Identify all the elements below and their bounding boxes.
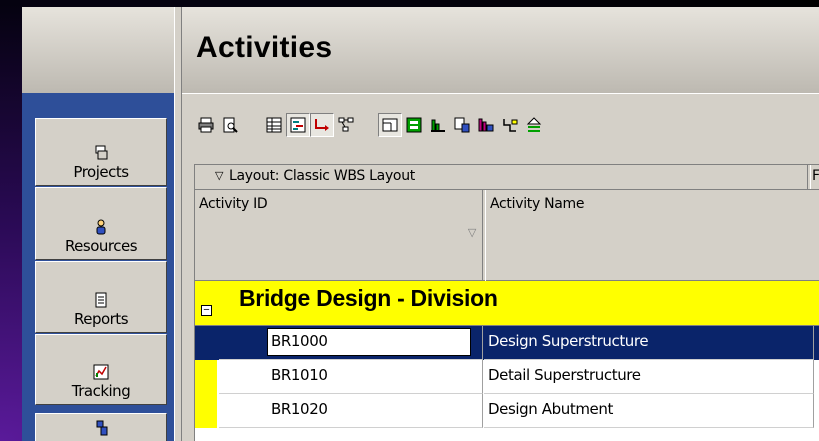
projects-icon [95, 145, 108, 160]
level-button[interactable] [522, 113, 546, 137]
cell-activity-id[interactable]: BR1010 [219, 360, 483, 394]
network-icon [338, 117, 354, 132]
level-icon [526, 117, 542, 132]
sidebar-item-wbs[interactable] [35, 413, 167, 441]
sidebar-item-resources[interactable]: Resources [35, 187, 167, 260]
sidebar-item-tracking[interactable]: Tracking [35, 334, 167, 405]
wbs-group-title: Bridge Design - Division [239, 285, 498, 311]
layout-bar-divider [807, 165, 811, 189]
layout-bar[interactable]: ▽ Layout: Classic WBS Layout F [195, 165, 819, 190]
reports-icon [95, 292, 107, 308]
tracking-icon [93, 364, 109, 380]
column-header-row: Activity ID ▽ Activity Name [195, 190, 819, 292]
resource-usage-button[interactable] [450, 113, 474, 137]
activity-id-editor[interactable]: BR1000 [267, 328, 471, 356]
resource-profile-icon [478, 118, 494, 132]
sidebar-item-label: Reports [73, 310, 129, 328]
filter-label[interactable]: F [812, 168, 819, 184]
resource-usage-icon [454, 117, 470, 133]
details-button[interactable] [378, 113, 402, 137]
network-view-button[interactable] [334, 113, 358, 137]
details-icon [382, 118, 398, 132]
print-icon [198, 117, 214, 133]
column-header-label: Activity Name [490, 196, 585, 212]
sidebar: Projects Resources Reports Tracking [22, 93, 174, 441]
wbs-group-row[interactable]: − Bridge Design - Division [195, 281, 819, 326]
cell-text: BR1000 [271, 332, 328, 350]
spreadsheet-button[interactable] [402, 113, 426, 137]
layout-label[interactable]: Layout: Classic WBS Layout [229, 168, 415, 184]
cell-activity-name[interactable]: Design Abutment [484, 394, 814, 428]
column-header-activity-name[interactable]: Activity Name [485, 190, 819, 292]
application-window: Projects Resources Reports Tracking Acti… [22, 7, 819, 441]
resource-histogram-button[interactable] [426, 113, 450, 137]
table-icon [266, 117, 282, 133]
toolbar [182, 93, 819, 155]
cell-activity-id[interactable]: BR1020 [219, 394, 483, 428]
print-button[interactable] [194, 113, 218, 137]
table-row[interactable]: BR1010 Detail Superstructure [195, 360, 819, 394]
sidebar-splitter[interactable] [174, 7, 182, 441]
title-bar: Activities [182, 7, 819, 93]
resources-icon [96, 219, 106, 235]
cell-activity-name[interactable]: Design Superstructure [484, 326, 814, 360]
resource-profile-button[interactable] [474, 113, 498, 137]
wbs-icon [96, 420, 108, 436]
cell-text: Design Abutment [488, 400, 613, 418]
table-row[interactable]: BR1000 Design Superstructure [195, 326, 819, 360]
column-header-activity-id[interactable]: Activity ID ▽ [195, 190, 483, 280]
resource-histogram-icon [431, 119, 445, 132]
chevron-down-icon[interactable]: ▽ [215, 169, 223, 182]
sidebar-item-projects[interactable]: Projects [35, 118, 167, 186]
row-wbs-band [195, 394, 217, 428]
spreadsheet-icon [406, 117, 422, 133]
trace-logic-button[interactable] [498, 113, 522, 137]
gantt-icon [290, 117, 306, 133]
cell-text: BR1020 [271, 400, 328, 418]
page-title: Activities [196, 31, 333, 64]
column-header-label: Activity ID [199, 196, 268, 212]
cell-activity-id[interactable]: BR1000 [219, 326, 483, 360]
sidebar-item-reports[interactable]: Reports [35, 261, 167, 333]
sidebar-header [22, 7, 174, 93]
cell-activity-name[interactable]: Detail Superstructure [484, 360, 814, 394]
cell-text: BR1010 [271, 366, 328, 384]
row-wbs-band [195, 326, 217, 360]
sidebar-item-label: Projects [73, 163, 129, 181]
main-panel: Activities ▽ Layout: Classic WBS Layout … [182, 7, 819, 441]
sidebar-item-label: Tracking [71, 382, 131, 400]
columns-button[interactable] [262, 113, 286, 137]
cell-text: Design Superstructure [488, 332, 649, 350]
relationship-icon [315, 119, 329, 131]
sidebar-item-label: Resources [64, 237, 138, 255]
print-preview-button[interactable] [218, 113, 242, 137]
collapse-icon[interactable]: − [201, 305, 212, 316]
cell-text: Detail Superstructure [488, 366, 641, 384]
table-row[interactable]: BR1020 Design Abutment [195, 394, 819, 428]
activities-grid: ▽ Layout: Classic WBS Layout F Activity … [194, 164, 819, 441]
sort-icon[interactable]: ▽ [468, 226, 476, 239]
relationships-button[interactable] [310, 113, 334, 137]
gantt-chart-button[interactable] [286, 113, 310, 137]
print-preview-icon [223, 117, 238, 133]
trace-logic-icon [503, 119, 518, 132]
row-wbs-band [195, 360, 217, 394]
